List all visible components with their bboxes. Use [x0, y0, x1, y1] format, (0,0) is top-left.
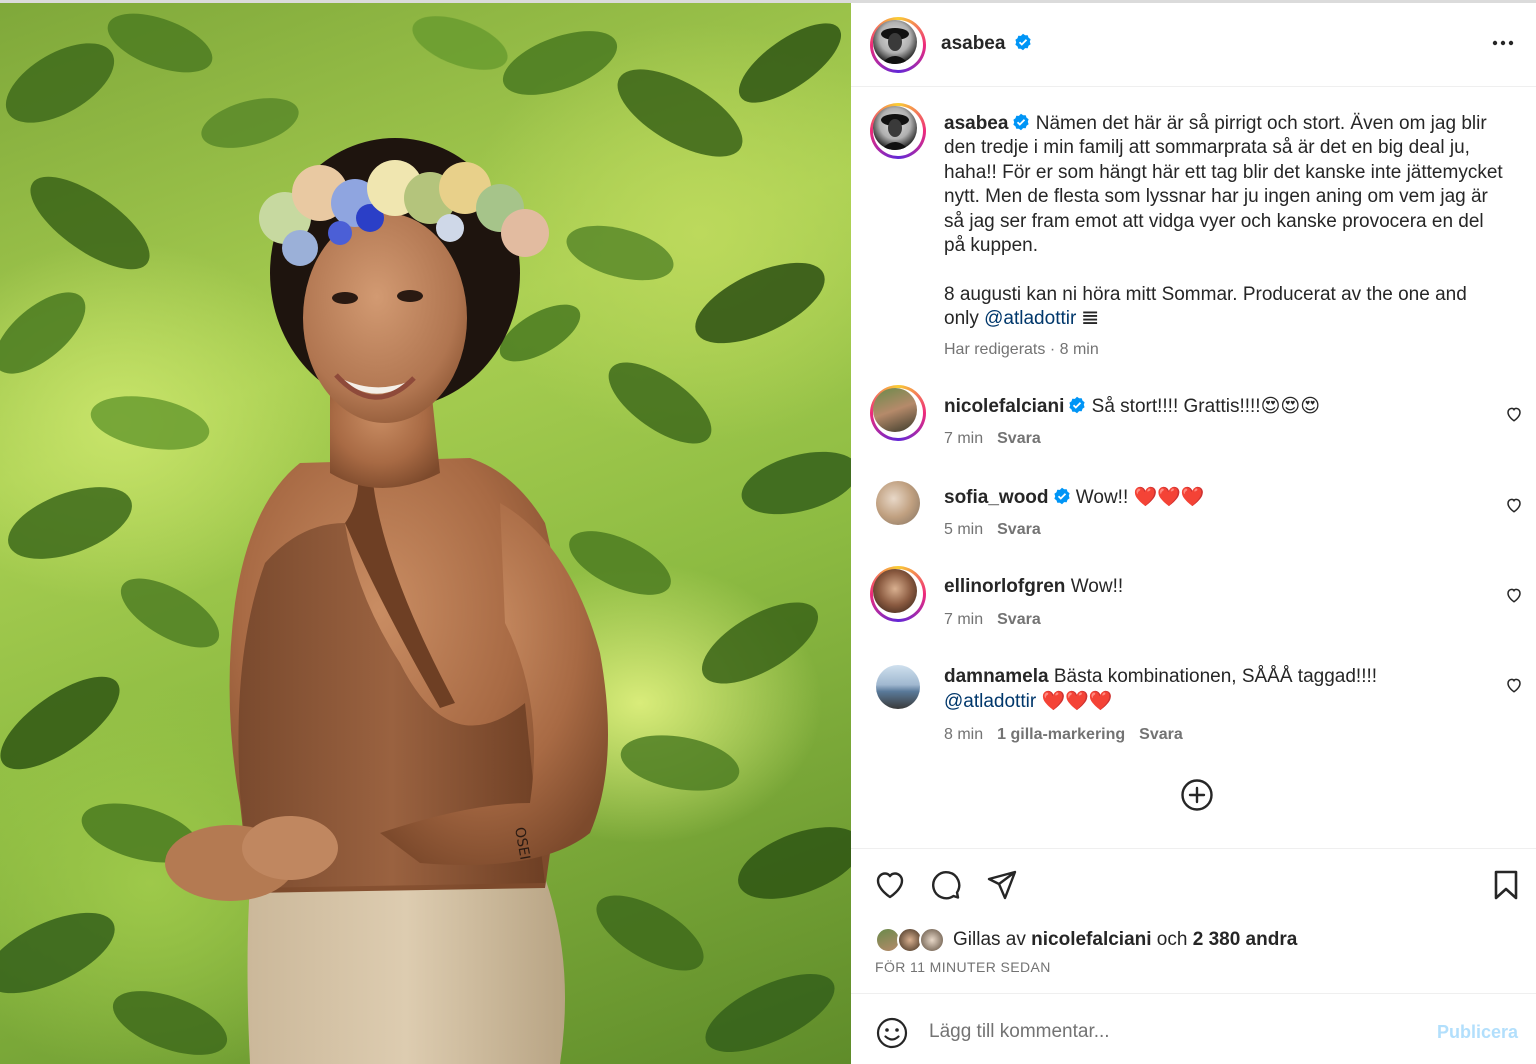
comment-avatar[interactable] — [876, 665, 920, 709]
reply-button[interactable]: Svara — [997, 611, 1041, 628]
reply-button[interactable]: Svara — [997, 430, 1041, 447]
comment-time[interactable]: 5 min — [944, 521, 983, 538]
caption-paragraph-1: Nämen det här är så pirrigt och stort. Ä… — [944, 113, 1503, 257]
verified-icon — [1015, 33, 1031, 51]
verified-icon — [1053, 487, 1070, 505]
likers-avatars[interactable] — [875, 926, 947, 954]
comment-time[interactable]: 7 min — [944, 430, 983, 447]
bookmark-icon[interactable] — [1489, 868, 1523, 902]
caption-avatar[interactable] — [870, 103, 926, 159]
comment-body: Wow!! — [1070, 576, 1124, 597]
likes-summary: Gillas av nicolefalciani och 2 380 andra — [953, 929, 1297, 951]
liker-avatar — [919, 927, 945, 953]
caption-paragraph-2-suffix: 𝌆 — [1076, 308, 1099, 330]
reply-button[interactable]: Svara — [1139, 726, 1183, 743]
likes-row: Gillas av nicolefalciani och 2 380 andra — [875, 926, 1515, 956]
comment-meta: 8 min 1 gilla-markering Svara — [944, 726, 1183, 744]
reply-button[interactable]: Svara — [997, 521, 1041, 538]
comment-mention[interactable]: @atladottir — [944, 691, 1036, 712]
heart-icon[interactable] — [873, 868, 907, 902]
caption-separator: · — [1045, 340, 1060, 358]
more-icon[interactable] — [1490, 33, 1516, 53]
comment-icon[interactable] — [929, 868, 963, 902]
likes-user[interactable]: nicolefalciani — [1031, 929, 1151, 950]
caption-username[interactable]: asabea — [944, 113, 1008, 134]
comment-likes[interactable]: 1 gilla-markering — [997, 726, 1125, 743]
post-header: asabea — [851, 3, 1536, 87]
likes-middle: och — [1151, 929, 1193, 950]
comment-text: nicolefalciani Så stort!!!! Grattis!!!!😍… — [944, 394, 1484, 419]
comment-emoji: 😍😍😍 — [1260, 395, 1321, 417]
author-name-row: asabea — [941, 33, 1032, 55]
post-details-panel: asabea asabea Nämen det här är så pirrig… — [851, 3, 1536, 1064]
comment-body: Bästa kombinationen, SÅÅÅ taggad!!!! — [1053, 666, 1378, 687]
author-username[interactable]: asabea — [941, 33, 1005, 54]
comment-username[interactable]: ellinorlofgren — [944, 576, 1065, 597]
author-avatar[interactable] — [870, 17, 926, 73]
caption-time[interactable]: 8 min — [1060, 341, 1099, 358]
caption-meta: Har redigerats · 8 min — [944, 338, 1504, 362]
comment-avatar[interactable] — [870, 566, 926, 622]
comment-input[interactable] — [929, 1012, 1409, 1052]
comment-body: Wow!! — [1075, 487, 1129, 508]
comments-area: asabea Nämen det här är så pirrigt och s… — [851, 88, 1536, 848]
plus-circle-icon[interactable] — [1180, 778, 1214, 812]
comment-text: ellinorlofgren Wow!! — [944, 575, 1484, 599]
comment-meta: 7 min Svara — [944, 611, 1041, 629]
publish-button[interactable]: Publicera — [1437, 1022, 1518, 1043]
comment-meta: 5 min Svara — [944, 521, 1041, 539]
comment-emoji: ❤️❤️❤️ — [1041, 690, 1113, 713]
comment-time[interactable]: 7 min — [944, 611, 983, 628]
comment-text: damnamela Bästa kombinationen, SÅÅÅ tagg… — [944, 665, 1484, 715]
comment-emoji: ❤️❤️❤️ — [1133, 486, 1205, 508]
emoji-icon[interactable] — [875, 1016, 909, 1050]
photo-illustration: OSEI — [0, 13, 851, 1064]
caption-edited: Har redigerats — [944, 340, 1046, 358]
caption-mention[interactable]: @atladottir — [984, 308, 1076, 329]
comment-avatar[interactable] — [870, 385, 926, 441]
caption: asabea Nämen det här är så pirrigt och s… — [944, 112, 1504, 362]
comment-body: Så stort!!!! Grattis!!!! — [1091, 396, 1261, 417]
likes-others[interactable]: 2 380 andra — [1193, 929, 1298, 950]
heart-icon[interactable] — [1505, 586, 1523, 604]
comment-text: sofia_wood Wow!! ❤️❤️❤️ — [944, 485, 1484, 510]
verified-icon — [1069, 396, 1085, 414]
share-icon[interactable] — [985, 868, 1019, 902]
heart-icon[interactable] — [1505, 405, 1523, 423]
post-actions: Gillas av nicolefalciani och 2 380 andra… — [851, 848, 1536, 993]
comment-avatar[interactable] — [876, 481, 920, 525]
verified-icon — [1013, 113, 1030, 131]
comment-meta: 7 min Svara — [944, 430, 1041, 448]
likes-prefix: Gillas av — [953, 929, 1032, 950]
comment-username[interactable]: damnamela — [944, 666, 1049, 687]
comment-username[interactable]: sofia_wood — [944, 487, 1049, 508]
add-comment-bar: Publicera — [851, 993, 1536, 1064]
post-timestamp[interactable]: FÖR 11 MINUTER SEDAN — [875, 959, 1051, 975]
comment-time[interactable]: 8 min — [944, 726, 983, 743]
comment-username[interactable]: nicolefalciani — [944, 396, 1064, 417]
post-photo[interactable]: OSEI — [0, 3, 851, 1064]
heart-icon[interactable] — [1505, 676, 1523, 694]
heart-icon[interactable] — [1505, 496, 1523, 514]
